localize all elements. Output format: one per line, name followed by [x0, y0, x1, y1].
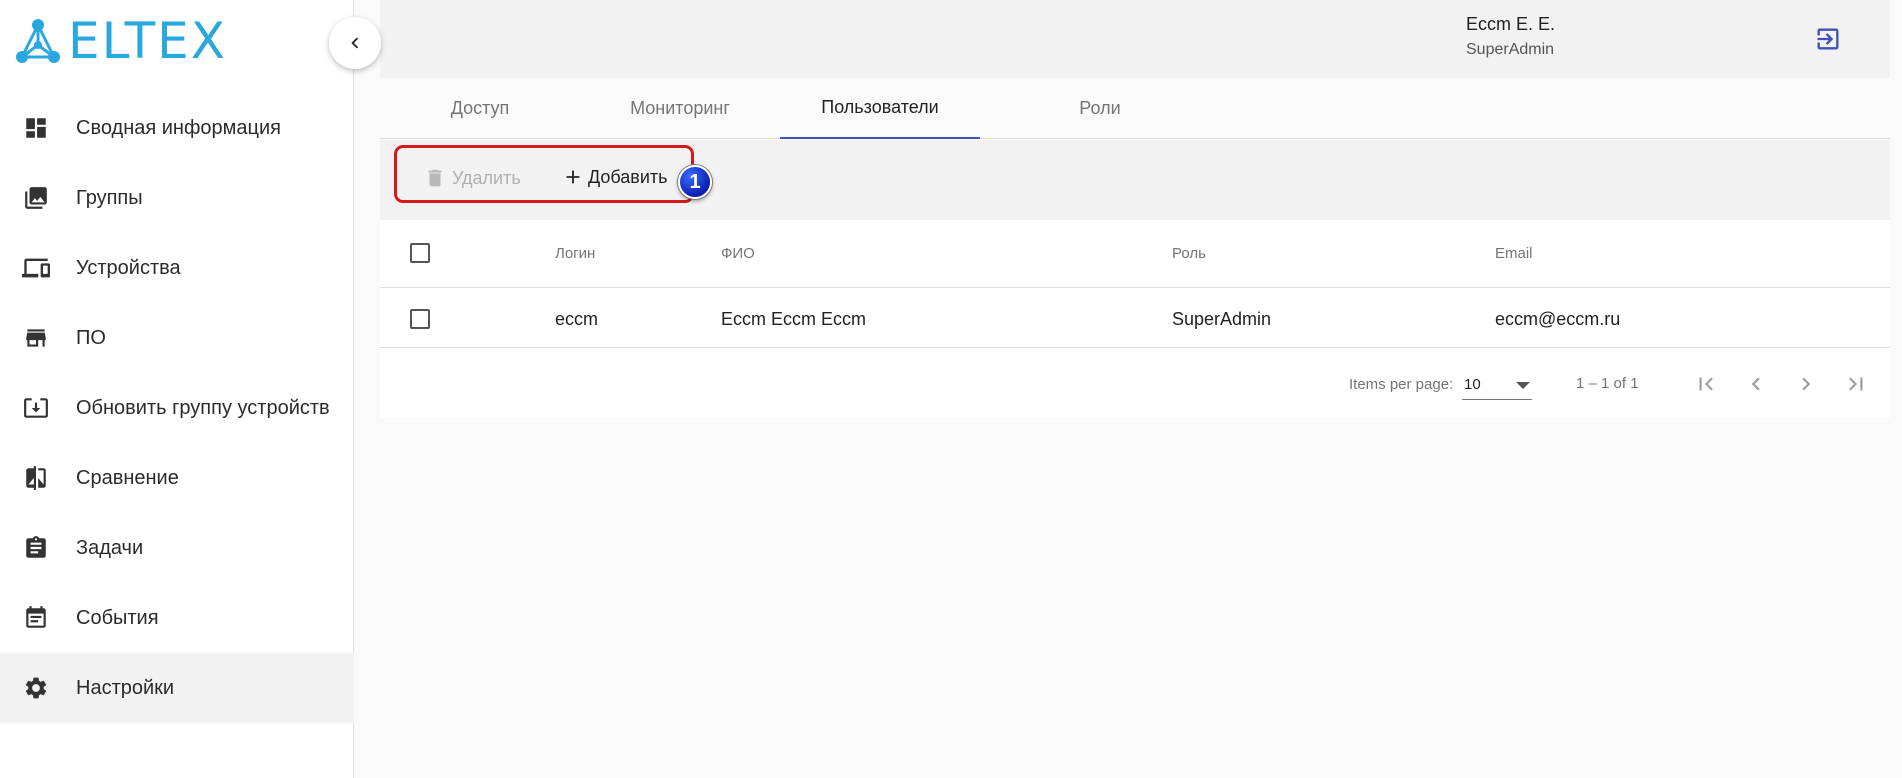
delete-button[interactable]: Удалить — [424, 166, 521, 190]
sidebar-item-update-group[interactable]: Обновить группу устройств — [0, 373, 354, 443]
network-logo-icon — [16, 19, 60, 63]
sidebar: ELTEX Сводная информация Группы Устройст… — [0, 0, 354, 778]
settings-tabs: Доступ Мониторинг Пользователи Роли — [380, 78, 1890, 139]
sidebar-item-label: Сводная информация — [76, 116, 281, 139]
top-bar — [380, 0, 1890, 78]
dropdown-caret-icon — [1516, 382, 1530, 389]
eltex-logo[interactable]: ELTEX — [14, 16, 227, 66]
last-page-button[interactable] — [1840, 368, 1872, 400]
sidebar-nav: Сводная информация Группы Устройства ПО … — [0, 93, 354, 723]
cell-login: eccm — [555, 309, 599, 329]
sidebar-collapse-button[interactable] — [329, 17, 381, 69]
sidebar-item-settings[interactable]: Настройки — [0, 653, 354, 723]
select-all-checkbox[interactable] — [410, 243, 430, 263]
sidebar-item-label: Устройства — [76, 256, 181, 279]
column-header-role[interactable]: Роль — [1172, 245, 1206, 262]
add-user-button[interactable]: Добавить — [562, 166, 668, 188]
sidebar-item-events[interactable]: События — [0, 583, 354, 653]
delete-label: Удалить — [452, 167, 521, 188]
page-size-select[interactable]: 10 — [1462, 370, 1532, 400]
tab-access[interactable]: Доступ — [410, 78, 550, 139]
system-update-icon — [22, 394, 50, 422]
previous-page-button[interactable] — [1740, 368, 1772, 400]
tab-users[interactable]: Пользователи — [780, 78, 980, 139]
devices-icon — [22, 254, 50, 282]
row-checkbox[interactable] — [410, 309, 430, 329]
sidebar-item-label: Задачи — [76, 536, 144, 559]
page-size-value: 10 — [1464, 376, 1481, 393]
event-note-icon — [22, 604, 50, 632]
sidebar-item-label: Сравнение — [76, 466, 179, 489]
page-range-label: 1 – 1 of 1 — [1576, 375, 1639, 392]
cell-fio: Eccm Eccm Eccm — [721, 309, 867, 329]
cell-email: eccm@eccm.ru — [1495, 309, 1621, 329]
cell-role: SuperAdmin — [1172, 309, 1272, 329]
sidebar-item-label: Группы — [76, 186, 143, 209]
column-header-fio[interactable]: ФИО — [721, 245, 755, 262]
sidebar-item-compare[interactable]: Сравнение — [0, 443, 354, 513]
trash-icon — [428, 169, 442, 187]
items-per-page-label: Items per page: — [1349, 376, 1454, 393]
compare-icon — [22, 464, 50, 492]
sidebar-item-label: ПО — [76, 326, 106, 349]
store-icon — [22, 324, 50, 352]
logo-text: ELTEX — [68, 12, 227, 70]
sidebar-item-label: Обновить группу устройств — [76, 396, 330, 419]
logout-icon — [1817, 28, 1839, 50]
sidebar-item-label: События — [76, 606, 159, 629]
users-table: Логин ФИО Роль Email eccm Eccm Eccm Eccm… — [380, 220, 1890, 418]
last-page-icon — [1849, 377, 1863, 391]
next-page-button[interactable] — [1790, 368, 1822, 400]
chevron-left-icon — [1751, 377, 1760, 391]
sidebar-item-groups[interactable]: Группы — [0, 163, 354, 233]
chevron-left-icon — [351, 37, 359, 49]
table-header: Логин ФИО Роль Email — [380, 220, 1890, 288]
dashboard-icon — [22, 114, 50, 142]
assignment-icon — [22, 534, 50, 562]
photo-library-icon — [22, 184, 50, 212]
paginator: Items per page: 10 1 – 1 of 1 — [380, 348, 1890, 418]
column-header-email[interactable]: Email — [1495, 245, 1533, 262]
first-page-icon — [1699, 377, 1713, 391]
add-label: Добавить — [588, 166, 668, 187]
user-role: SuperAdmin — [1466, 41, 1555, 58]
table-row[interactable]: eccm Eccm Eccm Eccm SuperAdmin eccm@eccm… — [380, 288, 1890, 348]
logout-button[interactable] — [1814, 25, 1842, 53]
settings-gear-icon — [22, 674, 50, 702]
sidebar-item-tasks[interactable]: Задачи — [0, 513, 354, 583]
sidebar-item-summary[interactable]: Сводная информация — [0, 93, 354, 163]
sidebar-item-devices[interactable]: Устройства — [0, 233, 354, 303]
user-name: Eccm E. E. — [1466, 14, 1556, 34]
plus-icon — [566, 170, 580, 184]
sidebar-item-label: Настройки — [76, 676, 175, 699]
tab-roles[interactable]: Роли — [1000, 78, 1200, 139]
annotation-badge-1: 1 — [678, 165, 712, 199]
sidebar-item-software[interactable]: ПО — [0, 303, 354, 373]
column-header-login[interactable]: Логин — [555, 245, 595, 262]
chevron-right-icon — [1802, 377, 1811, 391]
first-page-button[interactable] — [1690, 368, 1722, 400]
tab-monitoring[interactable]: Мониторинг — [600, 78, 760, 139]
